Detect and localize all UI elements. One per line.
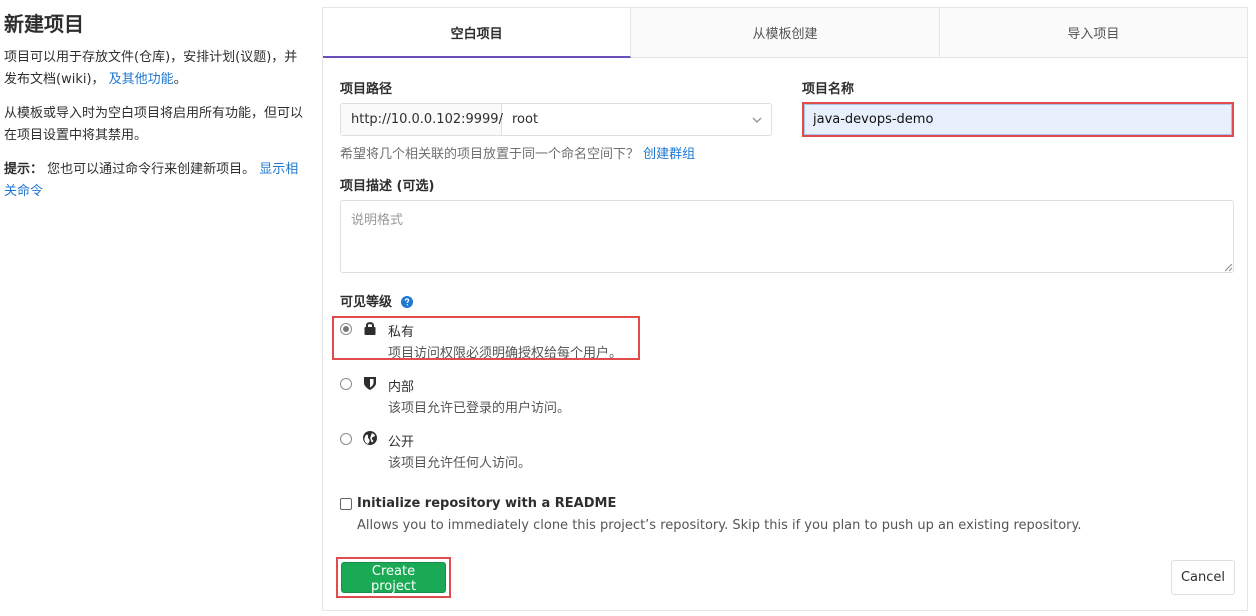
project-description-label: 项目描述 (可选) [340, 179, 435, 194]
intro-paragraph-2: 从模板或导入时为空白项目将启用所有功能，但可以在项目设置中将其禁用。 [4, 106, 304, 143]
project-path-group: http://10.0.0.102:9999/ root [340, 103, 772, 136]
group-help-text: 希望将几个相关联的项目放置于同一个命名空间下？ [340, 147, 640, 162]
project-name-input[interactable] [804, 104, 1232, 135]
chevron-down-icon [752, 117, 762, 124]
public-radio[interactable] [340, 433, 352, 445]
project-description-input[interactable] [340, 200, 1234, 273]
namespace-select[interactable]: root [502, 104, 771, 135]
internal-desc: 该项目允许已登录的用户访问。 [388, 401, 571, 416]
tab-from-template[interactable]: 从模板创建 [631, 7, 940, 58]
internal-title: 内部 [388, 380, 415, 395]
intro-text-1-end: 。 [173, 72, 187, 87]
project-path-label: 项目路径 [340, 82, 393, 97]
group-help: 希望将几个相关联的项目放置于同一个命名空间下？ 创建群组 [340, 143, 695, 162]
tip-label: 提示： [4, 162, 44, 177]
private-desc: 项目访问权限必须明确授权给每个用户。 [388, 346, 623, 361]
private-title: 私有 [388, 325, 415, 340]
project-tabs: 空白项目 从模板创建 导入项目 [323, 7, 1247, 58]
question-circle-icon[interactable] [400, 296, 413, 308]
create-group-link[interactable]: 创建群组 [643, 147, 695, 162]
readme-label[interactable]: Initialize repository with a README [357, 496, 616, 511]
intro-paragraph-1: 项目可以用于存放文件(仓库)，安排计划(议题)，并发布文档(wiki)， 及其他… [4, 47, 304, 91]
readme-checkbox[interactable] [340, 498, 352, 510]
other-features-link[interactable]: 及其他功能 [109, 72, 174, 87]
project-name-label: 项目名称 [802, 82, 855, 97]
tab-import-project[interactable]: 导入项目 [939, 7, 1247, 58]
new-project-panel: 空白项目 从模板创建 导入项目 项目路径 http://10.0.0.102:9… [322, 7, 1248, 611]
globe-icon [363, 431, 377, 445]
path-prefix: http://10.0.0.102:9999/ [341, 104, 503, 135]
internal-radio[interactable] [340, 378, 352, 390]
create-project-highlight: Create project [336, 557, 451, 598]
cancel-button[interactable]: Cancel [1171, 560, 1235, 595]
public-title: 公开 [388, 435, 415, 450]
visibility-label: 可见等级 [340, 291, 413, 310]
lock-icon [364, 322, 376, 335]
page-title: 新建项目 [4, 12, 84, 36]
tip-text: 您也可以通过命令行来创建新项目。 [43, 162, 260, 177]
tab-blank-project[interactable]: 空白项目 [323, 7, 632, 58]
intro-column: 新建项目 项目可以用于存放文件(仓库)，安排计划(议题)，并发布文档(wiki)… [4, 4, 304, 215]
readme-help: Allows you to immediately clone this pro… [357, 518, 1082, 533]
intro-tip: 提示： 您也可以通过命令行来创建新项目。 显示相关命令 [4, 159, 304, 203]
shield-icon [364, 377, 376, 390]
resize-grip-icon[interactable] [1223, 262, 1233, 272]
visibility-label-text: 可见等级 [340, 295, 393, 310]
create-project-button[interactable]: Create project [341, 562, 446, 594]
namespace-value: root [512, 112, 539, 127]
project-name-highlight [802, 102, 1234, 137]
private-radio[interactable] [340, 323, 352, 335]
public-desc: 该项目允许任何人访问。 [388, 456, 532, 471]
